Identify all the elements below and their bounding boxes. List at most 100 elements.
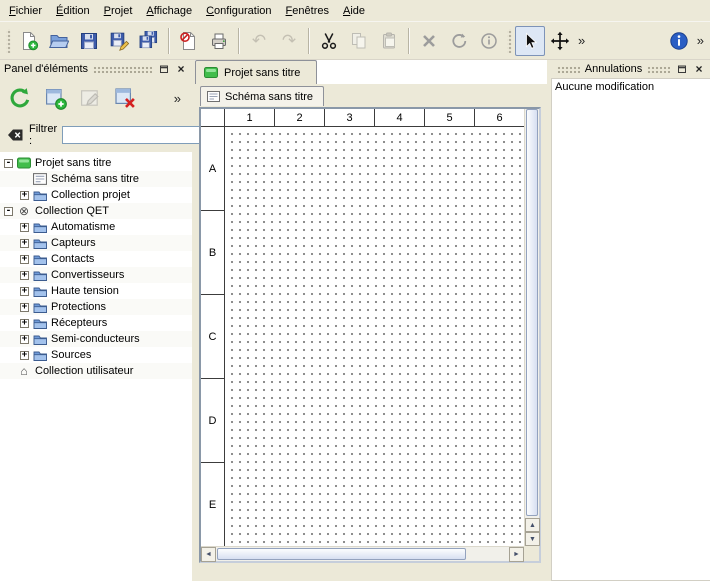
tree-item-collection-projet[interactable]: + Collection projet [0, 187, 192, 203]
menu-edition[interactable]: Édition [49, 0, 97, 21]
row-header: B [201, 211, 224, 295]
filter-input[interactable] [62, 126, 212, 144]
folder-icon [33, 189, 47, 201]
header-corner [201, 109, 225, 127]
about-button[interactable] [664, 26, 694, 56]
scroll-right-button[interactable]: ► [509, 547, 524, 562]
column-header: 5 [425, 109, 475, 126]
save-button[interactable] [74, 26, 104, 56]
reload-collections-button[interactable] [4, 82, 36, 114]
filter-label: Filtrer : [29, 123, 57, 147]
dock-grip[interactable] [557, 66, 580, 73]
dock-close-button[interactable]: × [174, 62, 188, 76]
toolbar-overflow-button[interactable]: » [575, 34, 588, 47]
menu-fenetres[interactable]: Fenêtres [279, 0, 336, 21]
horizontal-scrollbar[interactable]: ◄ ► [201, 546, 524, 561]
open-folder-icon [49, 31, 69, 51]
tree-item-label: Semi-conducteurs [51, 333, 140, 345]
element-info-button[interactable] [474, 26, 504, 56]
menu-projet[interactable]: Projet [97, 0, 140, 21]
vertical-scrollbar[interactable]: ▲ ▼ [524, 109, 539, 546]
horizontal-scrollbar-track[interactable] [216, 547, 509, 561]
tree-item-recepteurs[interactable]: + Récepteurs [0, 315, 192, 331]
toolbar-overflow-button-right[interactable]: » [694, 34, 707, 47]
expand-expander-icon[interactable]: + [20, 271, 29, 280]
new-project-button[interactable] [14, 26, 44, 56]
elements-panel-titlebar[interactable]: Panel d'éléments × [0, 60, 192, 78]
collapse-expander-icon[interactable]: - [4, 159, 13, 168]
paste-button[interactable] [374, 26, 404, 56]
redo-button[interactable]: ↷ [274, 26, 304, 56]
toolbar-grip[interactable] [6, 29, 11, 53]
diagram-canvas[interactable]: 1 2 3 4 5 6 A B C D E [201, 109, 524, 546]
copy-button[interactable] [344, 26, 374, 56]
close-file-button[interactable] [174, 26, 204, 56]
tree-item-contacts[interactable]: + Contacts [0, 251, 192, 267]
tree-item-projet-sans-titre[interactable]: - Projet sans titre [0, 155, 192, 171]
home-icon: ⌂ [17, 365, 31, 377]
menu-fichier[interactable]: Fichier [2, 0, 49, 21]
visualisation-mode-button[interactable] [545, 26, 575, 56]
expand-expander-icon[interactable]: + [20, 191, 29, 200]
edit-element-button[interactable] [74, 82, 106, 114]
dock-grip[interactable] [93, 66, 152, 73]
dock-close-button[interactable]: × [692, 62, 706, 76]
print-button[interactable] [204, 26, 234, 56]
scroll-down-button[interactable]: ▼ [525, 532, 540, 546]
rotate-icon [449, 31, 469, 51]
toolbar-separator [168, 28, 170, 54]
tree-item-capteurs[interactable]: + Capteurs [0, 235, 192, 251]
panel-toolbar-overflow-button[interactable]: » [171, 92, 184, 105]
delete-element-button[interactable] [109, 82, 141, 114]
tree-item-convertisseurs[interactable]: + Convertisseurs [0, 267, 192, 283]
expand-expander-icon[interactable]: + [20, 303, 29, 312]
tree-item-schema-sans-titre[interactable]: Schéma sans titre [0, 171, 192, 187]
expand-expander-icon[interactable]: + [20, 255, 29, 264]
expand-expander-icon[interactable]: + [20, 239, 29, 248]
collapse-expander-icon[interactable]: - [4, 207, 13, 216]
tree-item-collection-qet[interactable]: - ⊗ Collection QET [0, 203, 192, 219]
save-all-button[interactable] [134, 26, 164, 56]
tree-item-protections[interactable]: + Protections [0, 299, 192, 315]
tree-item-semi-conducteurs[interactable]: + Semi-conducteurs [0, 331, 192, 347]
open-project-button[interactable] [44, 26, 74, 56]
undo-panel-titlebar[interactable]: Annulations × [551, 60, 710, 78]
float-icon [159, 64, 169, 74]
expand-expander-icon[interactable]: + [20, 287, 29, 296]
delete-button[interactable] [414, 26, 444, 56]
horizontal-scrollbar-thumb[interactable] [217, 548, 466, 560]
undo-button[interactable]: ↶ [244, 26, 274, 56]
expand-expander-icon[interactable]: + [20, 335, 29, 344]
tree-item-sources[interactable]: + Sources [0, 347, 192, 363]
menu-configuration[interactable]: Configuration [199, 0, 278, 21]
row-header: E [201, 463, 224, 546]
clear-filter-icon[interactable] [6, 128, 24, 142]
undo-history-list[interactable]: Aucune modification [551, 78, 710, 581]
rotate-button[interactable] [444, 26, 474, 56]
menu-affichage[interactable]: Affichage [139, 0, 199, 21]
scroll-left-button[interactable]: ◄ [201, 547, 216, 562]
tab-projet-sans-titre[interactable]: Projet sans titre [195, 60, 317, 84]
scroll-up-button[interactable]: ▲ [525, 518, 540, 532]
tree-item-collection-utilisateur[interactable]: ⌂ Collection utilisateur [0, 363, 192, 379]
save-as-button[interactable] [104, 26, 134, 56]
toolbar-grip[interactable] [507, 29, 512, 53]
row-header: A [201, 127, 224, 211]
cut-button[interactable] [314, 26, 344, 56]
selection-mode-button[interactable] [515, 26, 545, 56]
vertical-scrollbar-track[interactable] [525, 109, 539, 518]
tree-item-automatisme[interactable]: + Automatisme [0, 219, 192, 235]
expand-expander-icon[interactable]: + [20, 223, 29, 232]
tree-item-haute-tension[interactable]: + Haute tension [0, 283, 192, 299]
new-element-button[interactable] [39, 82, 71, 114]
dock-grip[interactable] [647, 66, 670, 73]
diagram-grid[interactable] [225, 127, 524, 546]
vertical-scrollbar-thumb[interactable] [526, 109, 538, 516]
expand-expander-icon[interactable]: + [20, 319, 29, 328]
menu-aide[interactable]: Aide [336, 0, 372, 21]
tab-schema-sans-titre[interactable]: Schéma sans titre [200, 86, 324, 106]
dock-float-button[interactable] [675, 62, 689, 76]
dock-float-button[interactable] [157, 62, 171, 76]
expand-expander-icon[interactable]: + [20, 351, 29, 360]
tree-item-label: Automatisme [51, 221, 115, 233]
